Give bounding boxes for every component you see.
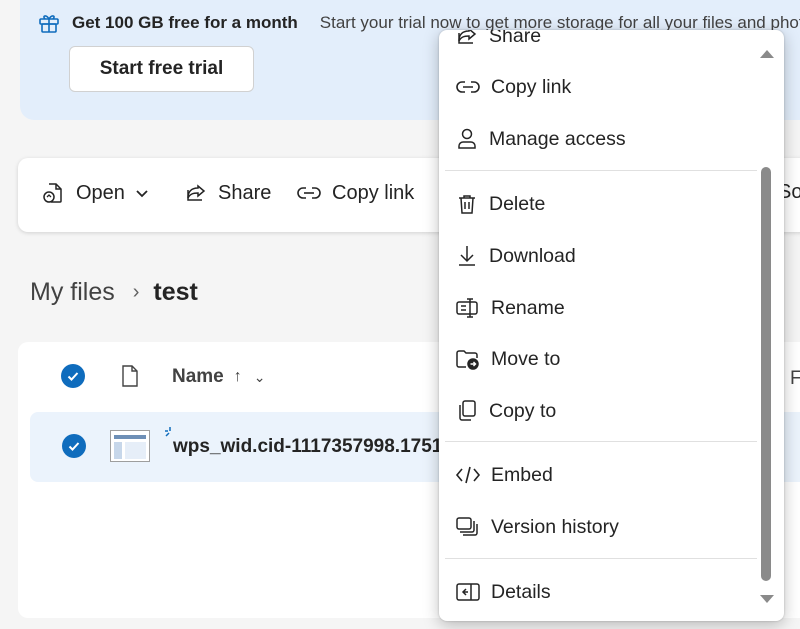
menu-item-copy-to[interactable]: Copy to (455, 399, 556, 423)
menu-item-details[interactable]: Details (455, 580, 551, 604)
name-column-header[interactable]: Name ↑ ⌄ (172, 366, 265, 388)
column-header-partial[interactable]: F (790, 368, 800, 390)
menu-item-label: Manage access (489, 127, 626, 150)
version-history-icon (456, 517, 478, 536)
sort-menu-chevron-icon[interactable]: ⌄ (254, 369, 266, 386)
menu-item-label: Copy link (491, 75, 572, 98)
menu-item-label: Version history (491, 515, 619, 538)
menu-item-share[interactable]: Share (455, 30, 541, 48)
scroll-up-arrow-icon[interactable] (759, 48, 775, 60)
open-file-icon (43, 183, 62, 203)
menu-item-label: Details (491, 580, 551, 603)
name-header-label: Name (172, 366, 224, 387)
context-menu: Share Copy link Manage access Delete Dow… (439, 30, 784, 621)
copy-link-label: Copy link (332, 181, 415, 204)
menu-item-label: Delete (489, 192, 546, 215)
share-icon (187, 184, 206, 201)
code-icon (455, 466, 481, 484)
link-icon (456, 81, 480, 93)
share-icon (458, 30, 477, 44)
breadcrumb-my-files[interactable]: My files (30, 278, 115, 307)
menu-item-embed[interactable]: Embed (455, 463, 553, 487)
file-name[interactable]: wps_wid.cid-1117357998.1751924 (173, 436, 474, 458)
person-icon (458, 128, 476, 149)
rename-icon (456, 298, 478, 318)
menu-item-version-history[interactable]: Version history (455, 515, 619, 539)
menu-item-manage-access[interactable]: Manage access (455, 127, 626, 151)
sort-arrow-icon: ↑ (233, 368, 242, 385)
menu-item-copy-link[interactable]: Copy link (455, 75, 571, 99)
trash-icon (459, 195, 475, 214)
link-icon (297, 187, 321, 199)
promo-title: Get 100 GB free for a month (72, 13, 298, 32)
checkmark-icon (67, 372, 79, 381)
menu-item-label: Copy to (489, 399, 557, 422)
menu-item-label: Share (489, 30, 542, 47)
menu-divider (445, 558, 757, 559)
download-icon (459, 246, 475, 266)
breadcrumb: My files › test (30, 278, 198, 307)
folder-move-icon (456, 350, 479, 370)
menu-scrollbar-thumb[interactable] (761, 167, 771, 581)
breadcrumb-separator: › (132, 281, 140, 303)
start-free-trial-button[interactable]: Start free trial (69, 46, 254, 92)
copy-link-button[interactable]: Copy link (296, 181, 414, 205)
checkmark-icon (68, 442, 80, 451)
copy-icon (459, 400, 476, 421)
share-button[interactable]: Share (184, 181, 271, 205)
file-thumbnail (110, 430, 150, 462)
chevron-down-icon (136, 190, 148, 198)
menu-item-move-to[interactable]: Move to (455, 347, 560, 371)
menu-item-label: Rename (491, 296, 565, 319)
open-button[interactable]: Open (42, 181, 149, 205)
share-label: Share (218, 181, 272, 204)
gift-icon (39, 15, 59, 33)
menu-item-download[interactable]: Download (455, 244, 576, 268)
scroll-down-arrow-icon[interactable] (759, 593, 775, 605)
menu-item-label: Download (489, 244, 576, 267)
select-all-checkbox[interactable] (61, 364, 85, 388)
menu-item-label: Move to (491, 347, 561, 370)
menu-divider (445, 170, 757, 171)
breadcrumb-current: test (153, 278, 198, 306)
file-type-icon (122, 365, 138, 387)
row-checkbox[interactable] (62, 434, 86, 458)
menu-divider (445, 441, 757, 442)
open-label: Open (76, 181, 125, 204)
menu-item-rename[interactable]: Rename (455, 296, 565, 320)
menu-item-label: Embed (491, 463, 553, 486)
menu-item-delete[interactable]: Delete (455, 192, 545, 216)
details-icon (456, 583, 480, 601)
